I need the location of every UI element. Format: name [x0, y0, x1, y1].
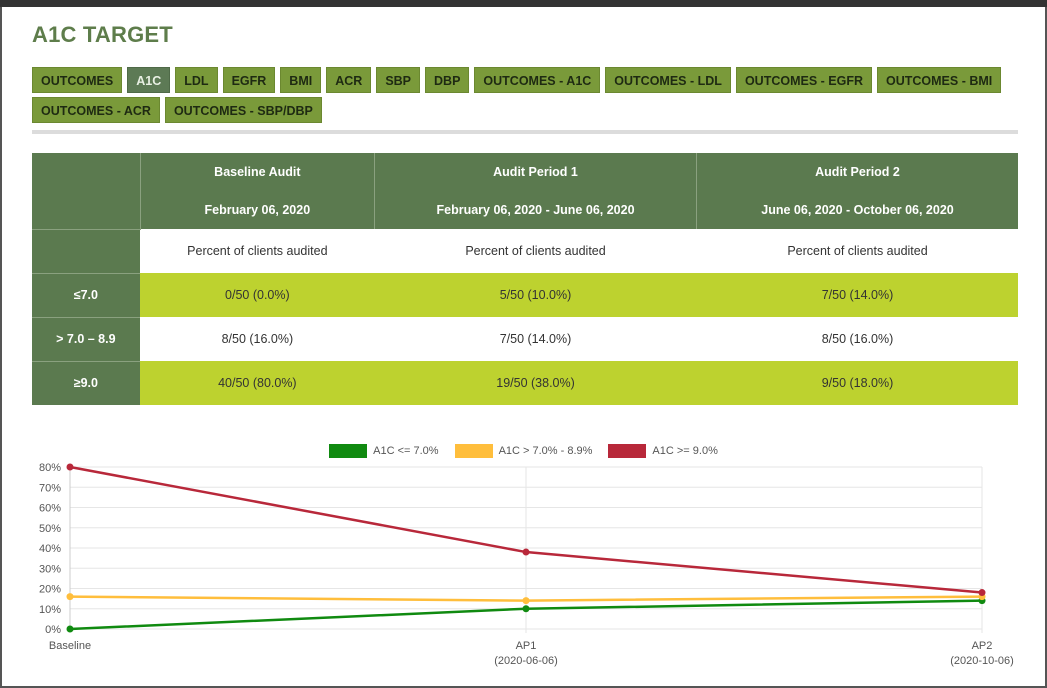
line-chart: 0% 10% 20% 30% 40% 50% 60% 70% 80% Baseline AP1 (20… [39, 462, 1014, 667]
table-cell: Percent of clients audited [374, 229, 697, 273]
row-label: > 7.0 – 8.9 [32, 316, 141, 361]
table-cell: 7/50 (14.0%) [696, 273, 1018, 317]
y-tick-label: 0% [45, 624, 61, 636]
page-title: A1C TARGET [32, 22, 173, 47]
tab-acr[interactable]: ACR [326, 67, 372, 93]
table-header-row: Baseline Audit February 06, 2020 Audit P… [32, 153, 1018, 229]
tab-outcomes-bmi[interactable]: OUTCOMES - BMI [877, 67, 1002, 93]
tab-outcomes-ldl[interactable]: OUTCOMES - LDL [605, 67, 731, 93]
table-cell: 40/50 (80.0%) [140, 361, 375, 405]
tab-outcomes-acr[interactable]: OUTCOMES - ACR [32, 97, 160, 123]
table-cell: Percent of clients audited [696, 229, 1018, 273]
table-cell: Percent of clients audited [140, 229, 375, 273]
column-date: February 06, 2020 [204, 203, 311, 217]
y-tick-label: 50% [39, 523, 61, 535]
table-row: > 7.0 – 8.9 8/50 (16.0%) 7/50 (14.0%) 8/… [32, 316, 1018, 361]
header-audit-period-2: Audit Period 2 June 06, 2020 - October 0… [696, 153, 1018, 229]
header-baseline: Baseline Audit February 06, 2020 [139, 153, 375, 229]
row-label: ≥9.0 [32, 360, 141, 405]
data-point [978, 589, 986, 597]
table-cell: 8/50 (16.0%) [696, 317, 1018, 361]
frame-left [0, 7, 2, 688]
tab-dbp[interactable]: DBP [425, 67, 470, 93]
y-tick-label: 80% [39, 462, 61, 474]
y-tick-label: 10% [39, 604, 61, 616]
table-row: ≥9.0 40/50 (80.0%) 19/50 (38.0%) 9/50 (1… [32, 360, 1018, 405]
y-tick-label: 60% [39, 503, 61, 515]
row-label [32, 228, 141, 273]
tab-a1c[interactable]: A1C [127, 67, 171, 93]
header-audit-period-1: Audit Period 1 February 06, 2020 - June … [374, 153, 697, 229]
data-point [66, 593, 74, 601]
audit-table: Baseline Audit February 06, 2020 Audit P… [32, 153, 1018, 405]
y-tick-label: 30% [39, 563, 61, 575]
y-tick-label: 40% [39, 543, 61, 555]
column-date: June 06, 2020 - October 06, 2020 [761, 203, 954, 217]
column-title: Baseline Audit [214, 165, 301, 179]
data-point [66, 463, 74, 471]
x-tick-label: AP1 [516, 640, 537, 652]
tab-row: OUTCOMES A1C LDL EGFR BMI ACR SBP DBP OUTCOMES -… [32, 67, 1002, 93]
tab-outcomes-sbp-dbp[interactable]: OUTCOMES - SBP/DBP [164, 97, 322, 123]
tab-bmi[interactable]: BMI [280, 67, 322, 93]
table-cell: 7/50 (14.0%) [374, 317, 697, 361]
data-point [66, 625, 74, 633]
row-label: ≤7.0 [32, 272, 141, 317]
tab-row: OUTCOMES - ACR OUTCOMES - SBP/DBP [32, 97, 992, 123]
column-title: Audit Period 1 [493, 165, 578, 179]
x-tick-label: AP2 [972, 640, 993, 652]
table-cell: 8/50 (16.0%) [140, 317, 375, 361]
table-cell: 9/50 (18.0%) [696, 361, 1018, 405]
tab-outcomes[interactable]: OUTCOMES [32, 67, 123, 93]
tab-egfr[interactable]: EGFR [222, 67, 276, 93]
data-point [522, 605, 530, 613]
table-cell: 19/50 (38.0%) [374, 361, 697, 405]
x-tick-sublabel: (2020-10-06) [950, 655, 1014, 667]
y-tick-label: 20% [39, 584, 61, 596]
column-date: February 06, 2020 - June 06, 2020 [436, 203, 635, 217]
data-point [522, 548, 530, 556]
x-tick-label: Baseline [49, 640, 91, 652]
table-row: ≤7.0 0/50 (0.0%) 5/50 (10.0%) 7/50 (14.0… [32, 272, 1018, 317]
column-title: Audit Period 2 [815, 165, 900, 179]
tab-outcomes-egfr[interactable]: OUTCOMES - EGFR [735, 67, 872, 93]
divider [32, 130, 1018, 134]
x-tick-sublabel: (2020-06-06) [494, 655, 558, 667]
table-cell: 5/50 (10.0%) [374, 273, 697, 317]
top-bar [0, 0, 1047, 7]
tab-sbp[interactable]: SBP [376, 67, 421, 93]
header-corner [32, 153, 141, 229]
tab-bar: OUTCOMES A1C LDL EGFR BMI ACR SBP DBP OUTCOMES -… [32, 67, 1002, 127]
data-point [522, 597, 530, 605]
y-tick-label: 70% [39, 482, 61, 494]
table-cell: 0/50 (0.0%) [140, 273, 375, 317]
tab-ldl[interactable]: LDL [175, 67, 218, 93]
tab-outcomes-a1c[interactable]: OUTCOMES - A1C [474, 67, 601, 93]
table-row: Percent of clients audited Percent of cl… [32, 228, 1018, 273]
